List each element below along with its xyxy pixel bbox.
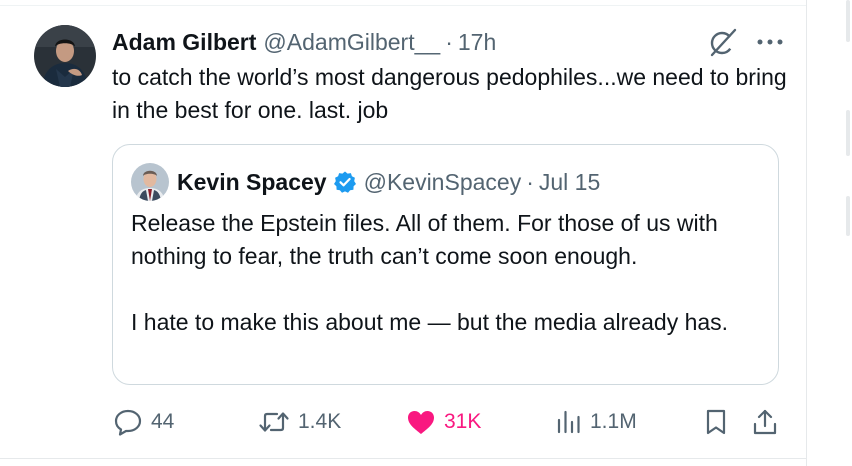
quoted-paragraph: I hate to make this about me — but the m… <box>131 309 729 335</box>
quoted-author-handle[interactable]: @KevinSpacey <box>364 168 522 196</box>
quoted-post[interactable]: Kevin Spacey @KevinSpacey · Jul 15 Relea… <box>112 144 779 385</box>
quoted-user-avatar[interactable] <box>131 163 169 201</box>
post-header: Adam Gilbert @AdamGilbert__ · 17h <box>112 28 496 56</box>
quoted-post-header: Kevin Spacey @KevinSpacey · Jul 15 <box>177 168 600 196</box>
reply-icon <box>113 408 143 436</box>
verified-icon <box>327 170 357 194</box>
views-button[interactable]: 1.1M <box>556 404 637 440</box>
reply-button[interactable]: 44 <box>113 404 174 440</box>
share-button[interactable] <box>752 404 778 440</box>
author-name[interactable]: Adam Gilbert <box>112 28 256 56</box>
reply-count: 44 <box>151 410 175 433</box>
quoted-post-text: Release the Epstein files. All of them. … <box>131 207 763 339</box>
quoted-paragraph: Release the Epstein files. All of them. … <box>131 210 718 269</box>
bookmark-icon <box>704 408 728 436</box>
like-button[interactable]: 31K <box>406 404 481 440</box>
divider <box>0 5 806 6</box>
post-text: to catch the world’s most dangerous pedo… <box>112 64 787 123</box>
like-count: 31K <box>444 410 482 433</box>
share-icon <box>752 408 778 436</box>
bookmark-button[interactable] <box>704 404 728 440</box>
divider <box>0 458 806 459</box>
column-divider <box>806 0 807 466</box>
views-count: 1.1M <box>590 410 637 433</box>
post-header-actions <box>706 26 784 58</box>
repost-icon <box>258 408 290 436</box>
sidebar-edge <box>846 0 850 42</box>
sidebar-edge <box>846 196 850 236</box>
quoted-author-name[interactable]: Kevin Spacey <box>177 168 327 196</box>
repost-button[interactable]: 1.4K <box>258 404 341 440</box>
separator-dot: · <box>445 29 453 55</box>
user-avatar[interactable] <box>34 25 96 87</box>
sidebar-edge <box>846 110 850 156</box>
grok-icon[interactable] <box>706 26 740 58</box>
repost-count: 1.4K <box>298 410 342 433</box>
more-icon[interactable] <box>756 36 784 48</box>
post-time[interactable]: 17h <box>458 28 496 56</box>
views-icon <box>556 408 582 436</box>
author-handle[interactable]: @AdamGilbert__ <box>263 28 440 56</box>
separator-dot: · <box>526 169 534 195</box>
post-view: Adam Gilbert @AdamGilbert__ · 17h to cat… <box>0 0 852 466</box>
like-icon <box>406 408 436 436</box>
action-bar: 44 1.4K 31K 1.1M <box>0 404 806 440</box>
quoted-post-date[interactable]: Jul 15 <box>539 168 600 196</box>
